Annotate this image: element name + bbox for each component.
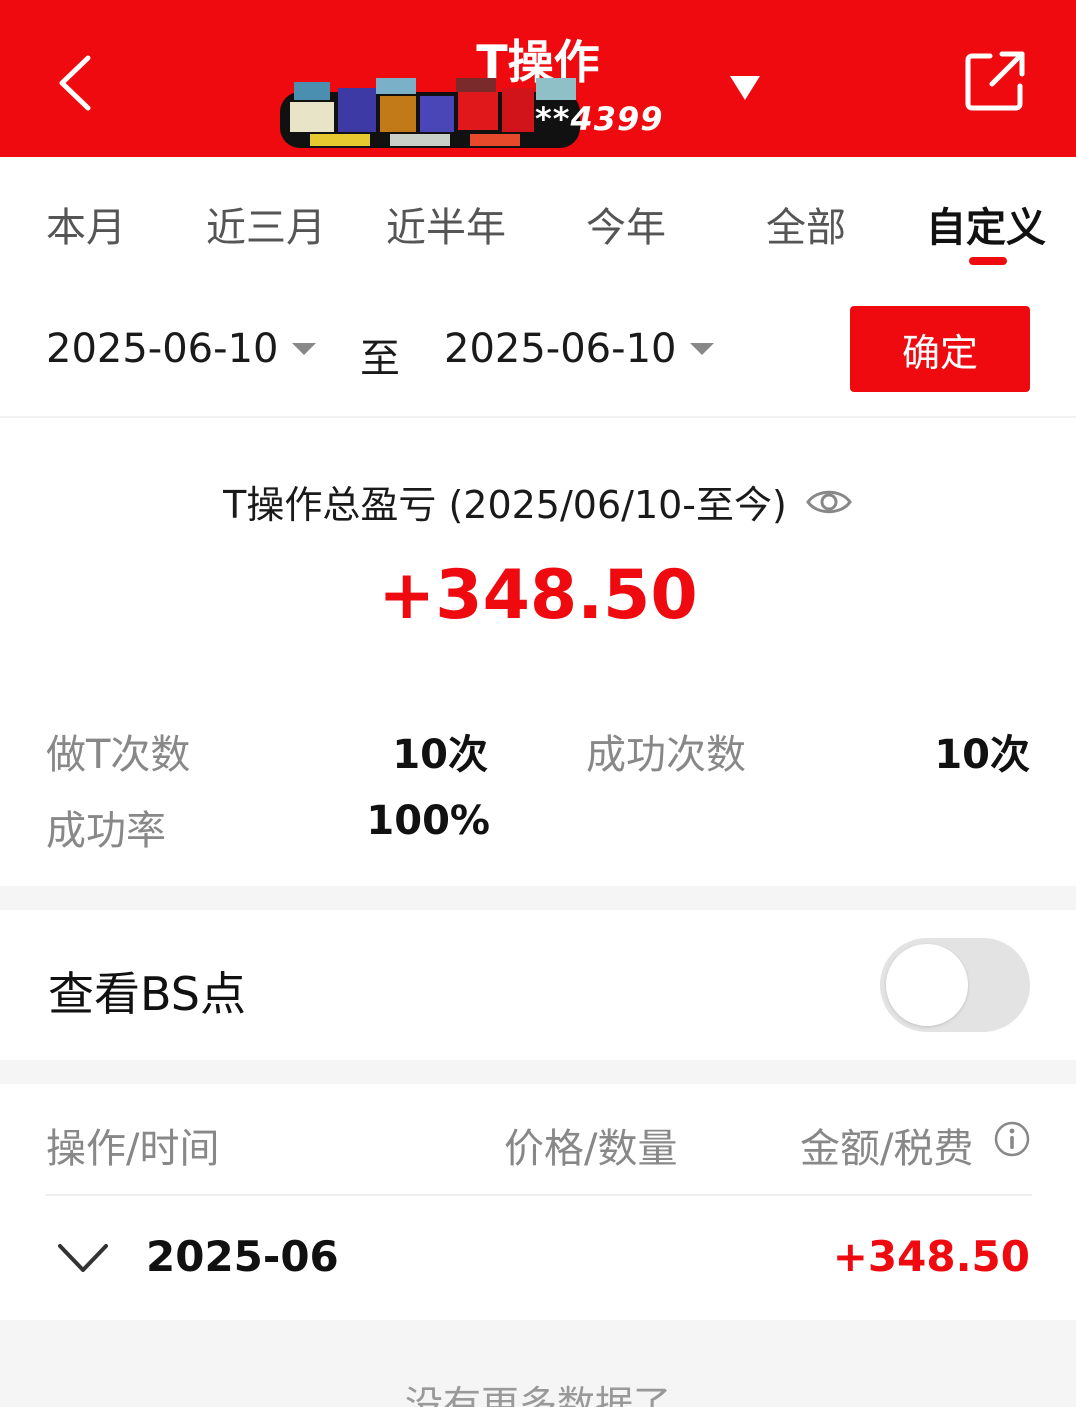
eye-icon[interactable] bbox=[805, 485, 853, 519]
caret-down-icon[interactable] bbox=[728, 74, 762, 104]
account-selector[interactable]: **4399 bbox=[280, 74, 760, 150]
tab-half-year[interactable]: 近半年 bbox=[386, 195, 506, 253]
tab-custom[interactable]: 自定义 bbox=[926, 195, 1046, 253]
bs-points-toggle[interactable] bbox=[880, 938, 1030, 1032]
start-date-value: 2025-06-10 bbox=[46, 326, 279, 372]
success-rate-label: 成功率 bbox=[46, 808, 166, 854]
start-date-picker[interactable]: 2025-06-10 bbox=[46, 326, 317, 372]
share-icon bbox=[965, 51, 1025, 111]
caret-down-icon bbox=[690, 343, 715, 355]
active-tab-indicator bbox=[969, 257, 1007, 265]
range-separator: 至 bbox=[360, 336, 400, 382]
tab-three-months[interactable]: 近三月 bbox=[206, 195, 326, 253]
month-group-row[interactable]: 2025-06 +348.50 bbox=[0, 1196, 1076, 1320]
tab-this-year[interactable]: 今年 bbox=[586, 195, 666, 253]
date-range-row: 2025-06-10 至 2025-06-10 确定 bbox=[0, 300, 1076, 400]
success-rate-value: 100% bbox=[366, 798, 490, 844]
total-profit-loss: +348.50 bbox=[378, 556, 698, 635]
trades-count-label: 做T次数 bbox=[46, 732, 191, 778]
confirm-button[interactable]: 确定 bbox=[850, 306, 1030, 392]
divider bbox=[0, 416, 1076, 418]
bs-points-label: 查看BS点 bbox=[48, 967, 246, 1021]
section-gap bbox=[0, 886, 1076, 910]
success-count-label: 成功次数 bbox=[586, 732, 746, 778]
summary-title: T操作总盈亏 (2025/06/10-至今) bbox=[223, 483, 787, 527]
caret-down-icon bbox=[292, 343, 317, 355]
column-header-amount-fees: 金额/税费 bbox=[800, 1126, 974, 1172]
info-icon[interactable] bbox=[994, 1121, 1030, 1157]
end-date-picker[interactable]: 2025-06-10 bbox=[444, 326, 715, 372]
share-button[interactable] bbox=[962, 48, 1028, 114]
trades-count-value: 10次 bbox=[392, 732, 488, 778]
success-count-value: 10次 bbox=[934, 732, 1030, 778]
period-tabs: 本月 近三月 近半年 今年 全部 自定义 bbox=[0, 157, 1076, 277]
no-more-data-text: 没有更多数据了 bbox=[404, 1383, 671, 1407]
month-label: 2025-06 bbox=[146, 1232, 339, 1281]
tab-this-month[interactable]: 本月 bbox=[46, 195, 126, 253]
chevron-down-icon bbox=[58, 1244, 108, 1272]
summary-heading: T操作总盈亏 (2025/06/10-至今) bbox=[0, 474, 1076, 529]
tab-all[interactable]: 全部 bbox=[766, 195, 846, 253]
column-header-operation-time: 操作/时间 bbox=[46, 1126, 220, 1172]
end-date-value: 2025-06-10 bbox=[444, 326, 677, 372]
toggle-knob bbox=[886, 944, 968, 1026]
account-number: **4399 bbox=[535, 100, 664, 138]
column-header-price-quantity: 价格/数量 bbox=[504, 1126, 678, 1172]
month-profit-loss: +348.50 bbox=[832, 1232, 1030, 1281]
top-bar: T操作 **4399 bbox=[0, 0, 1076, 157]
section-gap bbox=[0, 1060, 1076, 1084]
